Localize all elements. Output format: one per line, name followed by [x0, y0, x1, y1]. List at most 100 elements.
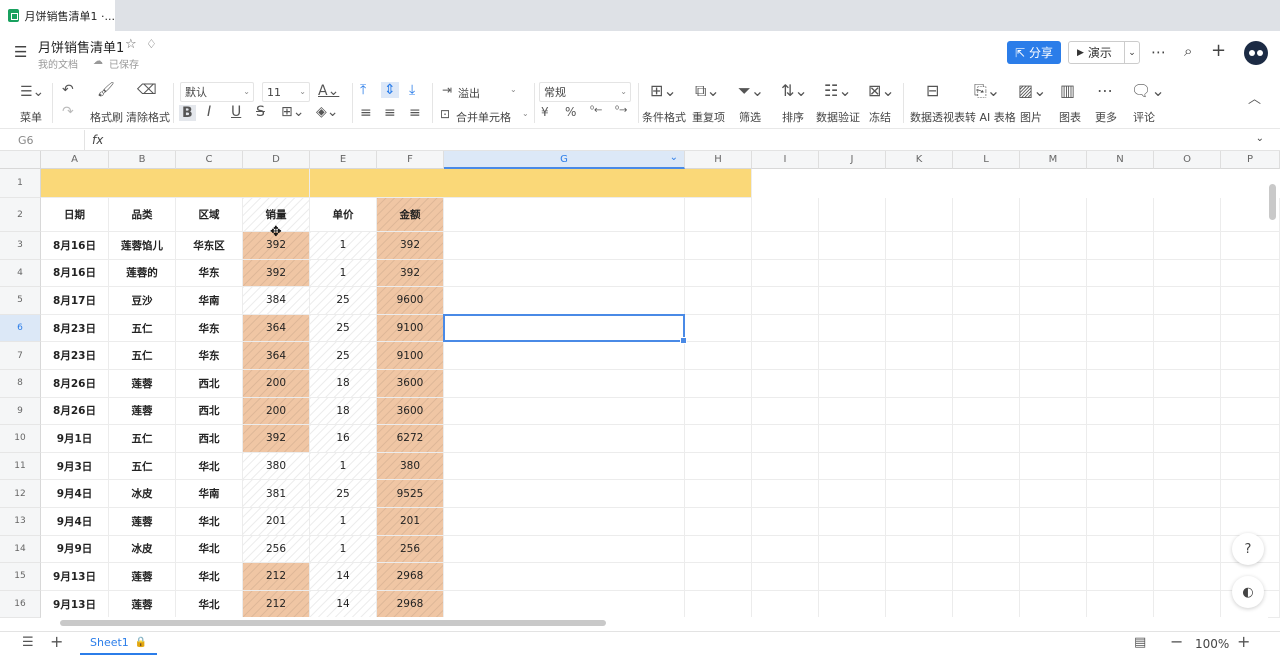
table-cell[interactable]: 西北 — [176, 425, 243, 453]
align-center-icon[interactable]: ≡ — [384, 106, 396, 120]
cell[interactable] — [685, 480, 752, 508]
cell[interactable] — [1087, 198, 1154, 232]
table-cell[interactable]: 华东 — [176, 259, 243, 288]
cell[interactable] — [1221, 232, 1280, 260]
cell[interactable] — [752, 452, 819, 481]
browser-tab[interactable]: 月饼销售清单1 ·... — [0, 0, 115, 31]
cell[interactable] — [1087, 370, 1154, 398]
expand-formula-icon[interactable]: ⌄ — [1256, 133, 1264, 144]
share-button[interactable]: ⇱ 分享 — [1007, 41, 1061, 64]
table-cell[interactable]: 华北 — [176, 452, 243, 481]
collapse-toolbar-icon[interactable]: ︿ — [1248, 93, 1261, 106]
zoom-in-icon[interactable]: + — [1237, 634, 1250, 650]
cell[interactable] — [953, 535, 1020, 564]
pivot-table-icon[interactable]: ⊟ — [926, 83, 939, 99]
cell[interactable] — [1020, 370, 1087, 398]
cell[interactable] — [1221, 397, 1280, 426]
cell[interactable] — [953, 342, 1020, 370]
column-header-b[interactable]: B — [109, 151, 176, 169]
table-cell[interactable]: 3600 — [377, 397, 444, 426]
table-cell[interactable]: 莲蓉的 — [109, 259, 176, 288]
cell[interactable] — [1020, 198, 1087, 232]
table-cell[interactable]: 14 — [310, 563, 377, 591]
to-ai-table-label[interactable]: 转 AI 表格 — [965, 109, 1016, 125]
cell[interactable] — [752, 314, 819, 343]
table-cell[interactable]: 25 — [310, 314, 377, 343]
cell[interactable] — [1154, 452, 1221, 481]
cell[interactable] — [953, 232, 1020, 260]
row-header-10[interactable]: 10 — [0, 425, 41, 453]
column-header-g[interactable]: G ⌄ — [444, 151, 685, 169]
cell[interactable] — [1087, 232, 1154, 260]
cell[interactable] — [1154, 397, 1221, 426]
bell-icon[interactable]: ♢ — [146, 38, 157, 50]
align-top-icon[interactable]: ⤒ — [360, 83, 366, 97]
cell[interactable] — [1221, 508, 1280, 536]
table-cell[interactable]: 9100 — [377, 342, 444, 370]
more-label[interactable]: 更多 — [1095, 109, 1117, 125]
column-header-n[interactable]: N — [1087, 151, 1154, 169]
more-dots-icon[interactable]: ⋯ — [1151, 45, 1166, 60]
row-header-7[interactable]: 7 — [0, 342, 41, 370]
cell[interactable] — [1221, 287, 1280, 315]
cell[interactable] — [1020, 397, 1087, 426]
cell[interactable] — [752, 508, 819, 536]
table-cell[interactable]: 华南 — [176, 480, 243, 508]
cell[interactable] — [752, 259, 819, 288]
cell[interactable] — [444, 535, 685, 564]
sheet-view-icon[interactable]: ▤ — [1134, 636, 1146, 649]
cell[interactable] — [953, 590, 1020, 619]
merge-chevron-icon[interactable]: ⌄ — [522, 109, 529, 118]
cell[interactable] — [1154, 232, 1221, 260]
column-header-i[interactable]: I — [752, 151, 819, 169]
table-cell[interactable]: 8月23日 — [41, 314, 109, 343]
menu-list-icon[interactable]: ☰ — [14, 45, 27, 60]
cell[interactable] — [752, 590, 819, 619]
cell[interactable] — [444, 480, 685, 508]
strikethrough-icon[interactable]: S — [256, 105, 265, 119]
title-band[interactable] — [41, 169, 752, 198]
table-cell[interactable]: 8月23日 — [41, 342, 109, 370]
cell[interactable] — [1087, 480, 1154, 508]
cell[interactable] — [953, 480, 1020, 508]
name-box[interactable]: G6 — [0, 130, 85, 151]
cell[interactable] — [819, 232, 886, 260]
cell[interactable] — [886, 590, 953, 619]
table-cell[interactable]: 9月1日 — [41, 425, 109, 453]
cell[interactable] — [819, 535, 886, 564]
format-painter-icon[interactable]: 🖌 — [97, 83, 115, 97]
cell[interactable] — [1020, 342, 1087, 370]
cell[interactable] — [1087, 342, 1154, 370]
table-cell[interactable]: 莲蓉 — [109, 397, 176, 426]
table-cell[interactable]: 212 — [243, 563, 310, 591]
cell[interactable] — [1221, 480, 1280, 508]
column-header-p[interactable]: P — [1221, 151, 1280, 169]
cell[interactable] — [1020, 563, 1087, 591]
row-header-1[interactable]: 1 — [0, 169, 41, 198]
cell[interactable] — [1087, 563, 1154, 591]
cell[interactable] — [886, 480, 953, 508]
cell[interactable] — [1087, 508, 1154, 536]
cell[interactable] — [819, 508, 886, 536]
column-header-d[interactable]: D — [243, 151, 310, 169]
zoom-level[interactable]: 100% — [1195, 637, 1229, 651]
cell[interactable] — [685, 397, 752, 426]
table-cell[interactable]: 五仁 — [109, 425, 176, 453]
increase-decimal-icon[interactable]: ⁰→ — [615, 106, 627, 116]
align-left-icon[interactable]: ≡ — [360, 106, 372, 120]
row-header-6[interactable]: 6 — [0, 314, 41, 343]
cell[interactable] — [685, 287, 752, 315]
cell[interactable] — [1154, 198, 1221, 232]
table-cell[interactable]: 华东 — [176, 314, 243, 343]
data-validation-icon[interactable]: ☷⌄ — [824, 83, 852, 99]
cell[interactable] — [1087, 397, 1154, 426]
menu-label[interactable]: 菜单 — [20, 109, 42, 125]
pivot-table-label[interactable]: 数据透视表 — [910, 109, 965, 125]
cell[interactable] — [819, 314, 886, 343]
star-icon[interactable]: ☆ — [125, 38, 137, 51]
overflow-icon[interactable]: ⇥ — [442, 84, 452, 96]
eraser-icon[interactable]: ⌫ — [137, 83, 157, 97]
cell[interactable] — [685, 425, 752, 453]
cell[interactable] — [819, 259, 886, 288]
cell[interactable] — [685, 535, 752, 564]
